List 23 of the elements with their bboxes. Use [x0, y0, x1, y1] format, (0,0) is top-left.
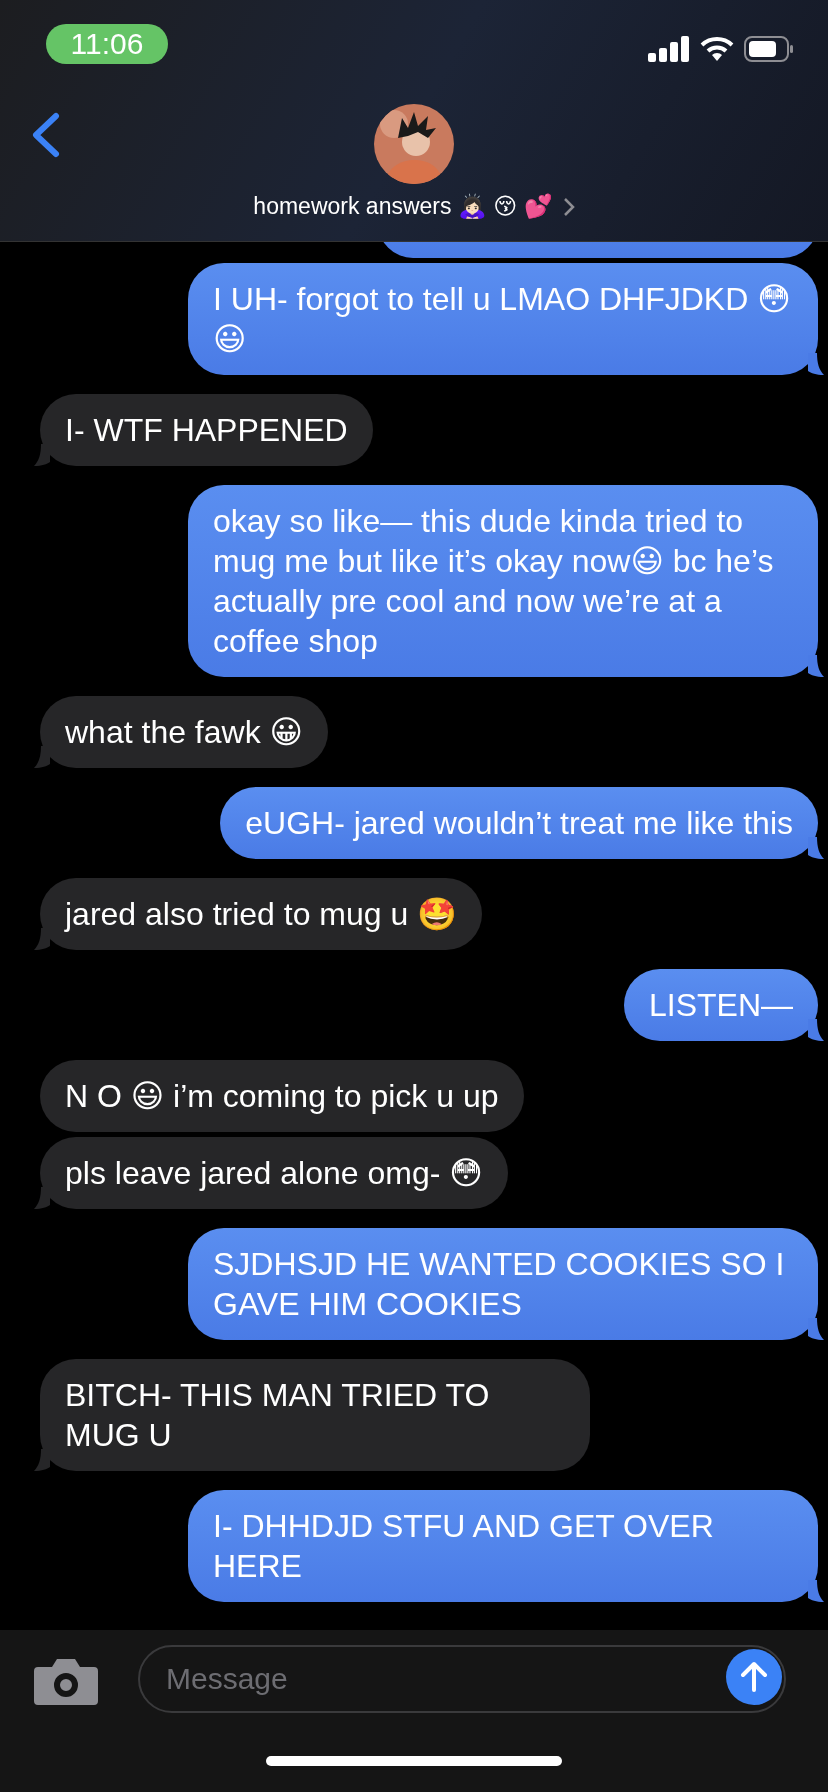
bubble-tail — [34, 1187, 50, 1209]
bubble-tail — [34, 1449, 50, 1471]
chevron-icon[interactable] — [562, 196, 575, 217]
bubble-tail — [808, 353, 824, 375]
message-bubble: N O 😃 i’m coming to pick u up — [40, 1060, 524, 1132]
send-button[interactable] — [726, 1649, 782, 1705]
bubble-tail — [808, 1318, 824, 1340]
bubble-tail — [808, 837, 824, 859]
bubble-tail — [34, 928, 50, 950]
bubble-tail — [34, 746, 50, 768]
battery-icon — [744, 36, 794, 62]
status-time: 11:06 — [46, 24, 168, 64]
back-icon[interactable] — [30, 112, 62, 158]
contact-name[interactable]: homework answers 🙇🏻‍♀ 😚 💕 — [253, 193, 553, 220]
bubble-tail — [808, 1019, 824, 1041]
bubble-tail — [808, 1580, 824, 1602]
wifi-icon — [700, 36, 734, 62]
bubble-tail — [34, 444, 50, 466]
message-field[interactable]: Message — [138, 1645, 786, 1713]
bubble-tail — [808, 655, 824, 677]
arrow-up-icon — [739, 1661, 769, 1693]
camera-icon[interactable] — [34, 1657, 98, 1705]
signal-icon — [648, 36, 690, 62]
